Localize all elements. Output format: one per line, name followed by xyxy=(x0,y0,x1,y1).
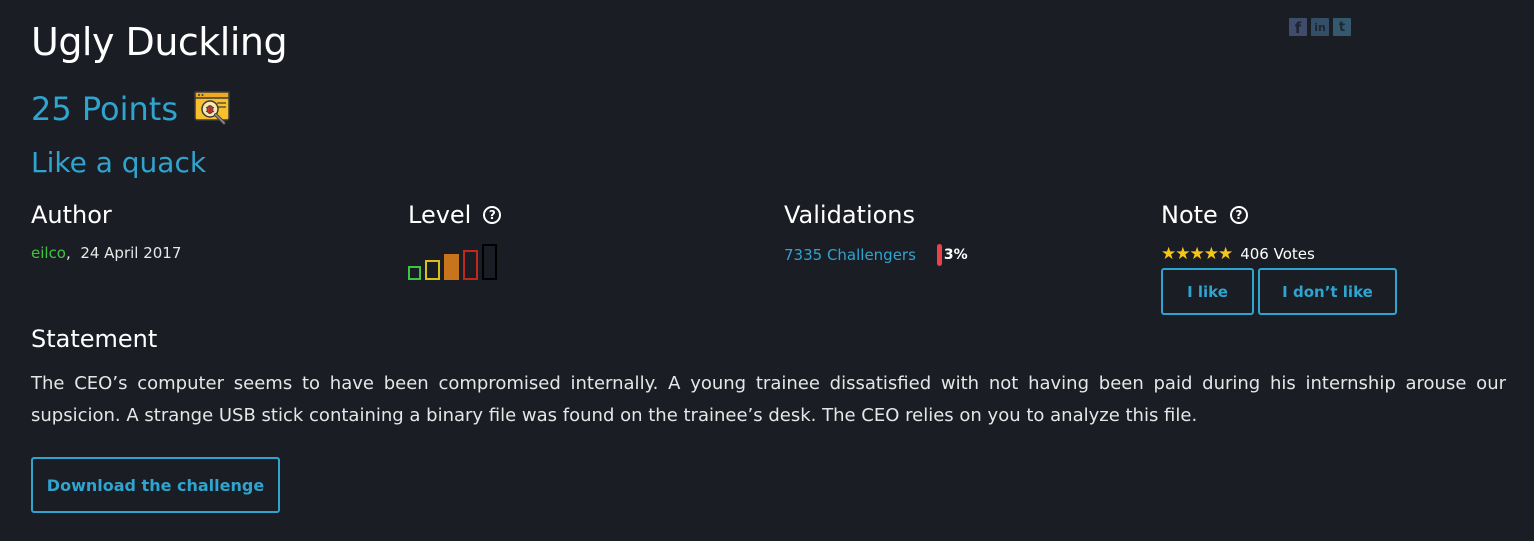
level-heading-row: Level ? xyxy=(408,198,508,232)
note-heading-row: Note ? xyxy=(1161,198,1397,232)
bug-search-icon xyxy=(194,89,234,129)
level-bar-1 xyxy=(408,266,421,280)
validations-line: 7335 Challengers 3% xyxy=(784,244,968,266)
validation-percent-bar xyxy=(936,244,942,266)
challengers-link[interactable]: 7335 Challengers xyxy=(784,246,916,264)
author-separator: , xyxy=(66,244,81,262)
level-help-icon[interactable]: ? xyxy=(483,206,502,224)
rating-line: ★★★★★ 406 Votes xyxy=(1161,244,1397,264)
level-heading: Level xyxy=(408,201,472,229)
level-bar-3 xyxy=(444,254,459,280)
statement-text: The CEO’s computer seems to have been co… xyxy=(31,373,1506,426)
facebook-icon[interactable]: f xyxy=(1289,18,1307,36)
challenge-page: Ugly Duckling f in t 25 Points Like a qu… xyxy=(0,0,1534,541)
author-date: 24 April 2017 xyxy=(80,244,182,262)
vote-count: 406 Votes xyxy=(1240,245,1315,263)
vote-buttons: I like I don’t like xyxy=(1161,268,1397,315)
challenge-points: 25 Points xyxy=(31,90,179,128)
validations-heading: Validations xyxy=(784,201,916,229)
level-bar-2 xyxy=(425,260,440,280)
author-line: eilco, 24 April 2017 xyxy=(31,244,181,262)
download-challenge-button[interactable]: Download the challenge xyxy=(31,457,280,513)
author-section: Author eilco, 24 April 2017 xyxy=(31,198,181,262)
validation-percent: 3% xyxy=(943,247,968,263)
note-section: Note ? ★★★★★ 406 Votes I like I don’t li… xyxy=(1161,198,1397,315)
author-heading: Author xyxy=(31,201,112,229)
note-help-icon[interactable]: ? xyxy=(1229,206,1248,224)
validations-section: Validations 7335 Challengers 3% xyxy=(784,198,968,266)
level-indicator xyxy=(408,240,508,280)
challenge-subtitle: Like a quack xyxy=(31,146,207,179)
points-row: 25 Points xyxy=(31,88,234,130)
challenge-title: Ugly Duckling xyxy=(31,20,288,64)
twitter-icon[interactable]: t xyxy=(1333,18,1351,36)
note-heading: Note xyxy=(1161,201,1218,229)
star-rating-icon: ★★★★★ xyxy=(1161,244,1233,264)
level-section: Level ? xyxy=(408,198,508,280)
statement-heading: Statement xyxy=(31,325,158,353)
social-share-bar: f in t xyxy=(1289,18,1351,36)
author-link[interactable]: eilco xyxy=(31,244,66,262)
dislike-button[interactable]: I don’t like xyxy=(1258,268,1397,315)
like-button[interactable]: I like xyxy=(1161,268,1254,315)
level-bar-4 xyxy=(463,250,478,280)
level-bar-5 xyxy=(482,244,497,280)
linkedin-icon[interactable]: in xyxy=(1311,18,1329,36)
